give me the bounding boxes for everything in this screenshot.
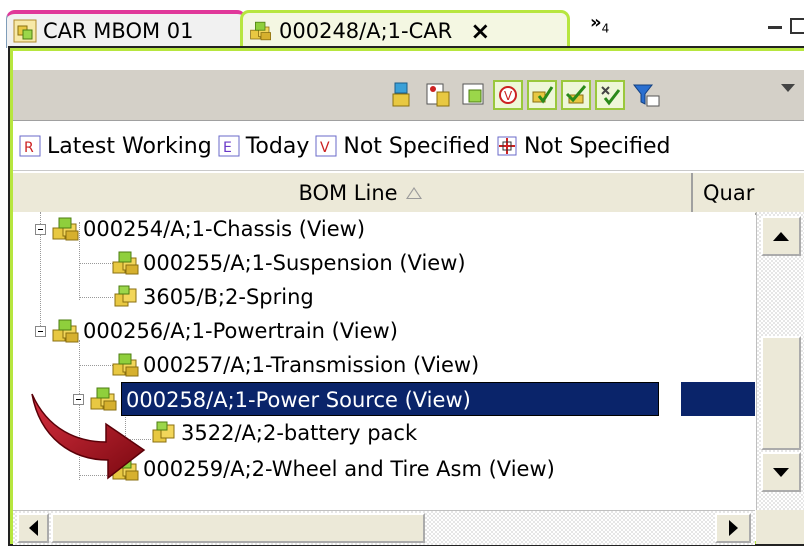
filter-v-icon[interactable]: V [493, 80, 523, 110]
revision-rule-icon: R [19, 135, 41, 157]
tab-label: 000248/A;1-CAR [279, 18, 453, 43]
svg-text:V: V [504, 89, 513, 103]
rule-label: Today [245, 133, 310, 159]
scroll-right-button[interactable] [715, 513, 751, 543]
scroll-down-button[interactable] [761, 452, 801, 492]
column-label: BOM Line [298, 181, 398, 205]
edit-icon[interactable] [459, 80, 489, 110]
bom-line-label: 000259/A;2-Wheel and Tire Asm (View) [143, 457, 555, 481]
arrow-right-icon [728, 520, 738, 536]
tree-row[interactable]: 000257/A;1-Transmission (View) [111, 348, 479, 382]
assembly-icon [111, 352, 141, 378]
variant-rule-item[interactable]: V Not Specified [315, 134, 490, 159]
scroll-left-button[interactable] [17, 513, 49, 543]
rule-label: Not Specified [343, 133, 490, 159]
close-icon[interactable]: × [470, 17, 490, 45]
column-header-quantity[interactable]: Quar [703, 173, 754, 213]
revision-rule-item[interactable]: R Latest Working [19, 134, 212, 159]
part-icon [111, 284, 141, 310]
table-header: BOM Line Quar [13, 172, 804, 215]
arrow-left-icon [28, 520, 38, 536]
rule-label: Latest Working [47, 133, 212, 159]
tab-000248-car[interactable]: 000248/A;1-CAR × [240, 10, 570, 48]
assembly-icon [111, 250, 141, 276]
check-icon[interactable] [527, 80, 557, 110]
structure-icon[interactable] [387, 80, 417, 110]
overflow-count: 4 [601, 21, 610, 36]
maximize-icon[interactable] [790, 18, 804, 34]
view-toolbar: V [13, 70, 804, 121]
bom-line-label: 3522/A;2-battery pack [181, 421, 418, 445]
closure-rule-item[interactable]: Not Specified [496, 134, 671, 159]
rule-label: Not Specified [523, 133, 671, 159]
tree-row-selected[interactable]: 000258/A;1-Power Source (View) [73, 382, 659, 416]
scroll-thumb[interactable] [51, 513, 425, 543]
tree-line [79, 297, 113, 298]
tree-row[interactable]: 3605/B;2-Spring [111, 280, 314, 314]
bom-line-label: 000254/A;1-Chassis (View) [83, 217, 366, 241]
bom-line-label: 3605/B;2-Spring [143, 285, 314, 309]
editor-tab-bar: CAR MBOM 01 000248/A;1-CAR × »4 [0, 0, 804, 48]
tab-overflow-button[interactable]: »4 [590, 12, 609, 36]
tree-row[interactable]: 3522/A;2-battery pack [149, 416, 417, 450]
bom-view-icon [13, 19, 37, 43]
svg-text:R: R [24, 140, 34, 156]
column-header-bom-line[interactable]: BOM Line [29, 173, 693, 213]
scroll-up-button[interactable] [761, 216, 801, 256]
effectivity-item[interactable]: E Today [218, 133, 310, 159]
bom-line-label: 000256/A;1-Powertrain (View) [83, 319, 398, 343]
collapse-toggle-icon[interactable] [35, 224, 46, 235]
svg-text:V: V [320, 140, 330, 156]
tree-row[interactable]: 000255/A;1-Suspension (View) [111, 246, 466, 280]
tab-label: CAR MBOM 01 [43, 19, 194, 43]
bom-line-label: 000258/A;1-Power Source (View) [121, 382, 659, 416]
column-filter-icon[interactable] [631, 80, 661, 110]
horizontal-scrollbar[interactable] [13, 510, 755, 545]
annotation-arrow-icon [31, 393, 146, 480]
column-label: Quar [703, 181, 755, 205]
validate-icon[interactable] [595, 80, 625, 110]
properties-icon[interactable] [423, 80, 453, 110]
chevron-double-right-icon: » [590, 12, 602, 33]
add-icon[interactable] [561, 80, 591, 110]
scrollbar-corner [756, 510, 804, 544]
tree-row[interactable]: 000254/A;1-Chassis (View) [35, 212, 366, 246]
variant-rule-icon: V [315, 135, 337, 157]
assembly-icon [51, 216, 81, 242]
tab-car-mbom[interactable]: CAR MBOM 01 [6, 10, 246, 48]
closure-rule-icon [497, 136, 517, 156]
sort-ascending-icon [405, 187, 422, 199]
assembly-icon [249, 19, 273, 43]
arrow-down-icon [773, 467, 789, 477]
collapse-toggle-icon[interactable] [35, 326, 46, 337]
bom-line-label: 000257/A;1-Transmission (View) [143, 353, 480, 377]
svg-text:E: E [223, 140, 232, 156]
assembly-icon [51, 318, 81, 344]
arrow-up-icon [773, 231, 789, 241]
tree-row[interactable]: 000259/A;2-Wheel and Tire Asm (View) [111, 452, 555, 486]
view-menu-icon[interactable] [781, 84, 795, 92]
revision-rule-bar: R Latest Working E Today V Not Specified… [13, 122, 804, 171]
selection-highlight [681, 382, 755, 416]
tree-row[interactable]: 000256/A;1-Powertrain (View) [35, 314, 398, 348]
effectivity-date-icon: E [218, 135, 240, 157]
bom-line-label: 000255/A;1-Suspension (View) [143, 251, 466, 275]
tree-line [79, 365, 113, 366]
tree-line [79, 263, 113, 264]
vertical-scrollbar[interactable] [756, 212, 804, 510]
scroll-thumb[interactable] [761, 336, 801, 450]
minimize-icon[interactable] [768, 26, 782, 29]
